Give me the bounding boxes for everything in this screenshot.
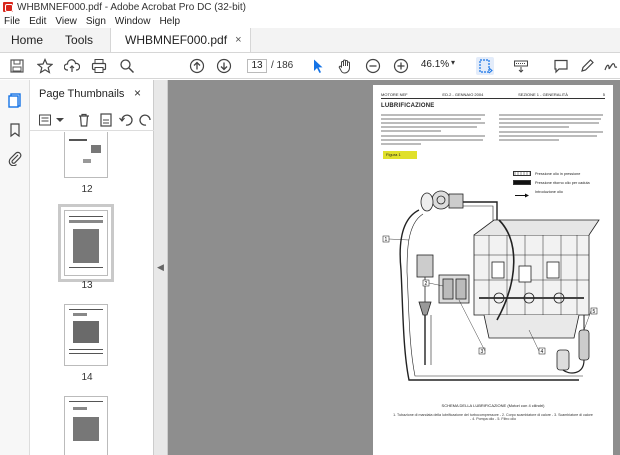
zoom-out-icon[interactable] xyxy=(364,57,382,75)
svg-text:3: 3 xyxy=(481,349,484,355)
document-view[interactable]: MOTORE NEF ED.2 - GENNAIO 2004 SEZIONE 1… xyxy=(168,80,620,455)
zoom-in-icon[interactable] xyxy=(392,57,410,75)
hand-tool-icon[interactable] xyxy=(336,57,354,75)
menu-edit[interactable]: Edit xyxy=(29,16,46,27)
search-zoom-icon[interactable] xyxy=(118,57,136,75)
legend-swatch xyxy=(513,171,531,176)
page-number-input[interactable]: 13 xyxy=(247,59,267,73)
tab-document[interactable]: WHBMNEF000.pdf × xyxy=(110,28,251,52)
thumbnail-label: 12 xyxy=(81,184,93,195)
acrobat-icon xyxy=(3,2,13,12)
thumbnail-page-14[interactable] xyxy=(64,304,108,366)
page-header: MOTORE NEF ED.2 - GENNAIO 2004 SEZIONE 1… xyxy=(381,91,605,99)
bookmark-icon[interactable] xyxy=(7,122,23,138)
thumbnail-figure xyxy=(73,321,99,343)
svg-text:2: 2 xyxy=(425,281,428,287)
pen-icon[interactable] xyxy=(578,57,596,75)
thumbnail-label: 14 xyxy=(81,372,93,383)
text-lines xyxy=(499,114,603,141)
insert-page-icon[interactable] xyxy=(98,112,114,128)
save-icon[interactable] xyxy=(8,57,26,75)
legend-item: Pressione olio in pressione xyxy=(513,171,590,176)
thumbnail-text-line xyxy=(69,401,103,402)
attachment-icon[interactable] xyxy=(7,150,23,167)
thumbnail-text-line xyxy=(73,407,87,410)
thumbnail-figure xyxy=(83,159,91,163)
thumbnail-list: 12 13 14 xyxy=(30,132,144,455)
tab-document-label: WHBMNEF000.pdf xyxy=(125,33,228,47)
page-total: / 186 xyxy=(271,60,294,71)
thumbnail-text-line xyxy=(69,309,103,310)
svg-text:5: 5 xyxy=(593,309,596,315)
previous-page-icon[interactable] xyxy=(188,57,206,75)
thumbnail-text-line xyxy=(69,220,103,223)
page-display-icon[interactable] xyxy=(476,57,494,75)
thumbnail-page-15[interactable] xyxy=(64,396,108,455)
text-lines xyxy=(381,114,485,145)
menu-window[interactable]: Window xyxy=(115,16,151,27)
close-panel-icon[interactable]: × xyxy=(134,86,141,100)
thumbnail-text-line xyxy=(73,313,87,316)
menu-file[interactable]: File xyxy=(4,16,20,27)
menu-view[interactable]: View xyxy=(55,16,77,27)
menu-bar: File Edit View Sign Window Help xyxy=(0,14,620,28)
panel-toolbar xyxy=(30,109,154,131)
toolbar: 13 / 186 46.1% ▾ xyxy=(0,53,620,79)
tab-row: Home Tools WHBMNEF000.pdf × xyxy=(0,28,620,53)
body-text-left xyxy=(381,113,487,148)
thumbnail-text-line xyxy=(69,349,103,350)
bookmark-star-icon[interactable] xyxy=(36,57,54,75)
menu-sign[interactable]: Sign xyxy=(86,16,106,27)
header-right: SEZIONE 1 - GENERALITÀ xyxy=(518,92,568,97)
menu-help[interactable]: Help xyxy=(159,16,180,27)
thumbnail-figure xyxy=(73,417,99,441)
options-chevron-icon[interactable] xyxy=(52,112,68,128)
thumbnail-figure xyxy=(73,229,99,263)
thumbnail-text-line xyxy=(69,353,103,354)
panel-splitter[interactable]: ◀ xyxy=(154,80,168,455)
keyboard-icon[interactable] xyxy=(512,57,530,75)
thumbnail-panel: Page Thumbnails × 12 13 14 xyxy=(30,80,181,455)
thumbnail-page-13[interactable] xyxy=(58,204,114,282)
tab-home[interactable]: Home xyxy=(0,28,54,52)
figure-caption-detail: 1. Tubazione di mandata della lubrificaz… xyxy=(393,413,593,422)
svg-text:4: 4 xyxy=(541,349,544,355)
legend-text: Pressione olio in pressione xyxy=(535,171,581,176)
thumbnail-label: 13 xyxy=(81,280,93,291)
window-title: WHBMNEF000.pdf - Adobe Acrobat Pro DC (3… xyxy=(17,1,246,13)
pdf-page: MOTORE NEF ED.2 - GENNAIO 2004 SEZIONE 1… xyxy=(373,85,613,455)
next-page-icon[interactable] xyxy=(215,57,233,75)
header-left: MOTORE NEF xyxy=(381,92,408,97)
thumbnail-figure xyxy=(91,145,101,153)
page-thumbnails-icon[interactable] xyxy=(7,92,23,108)
header-center: ED.2 - GENNAIO 2004 xyxy=(442,92,484,97)
title-bar: WHBMNEF000.pdf - Adobe Acrobat Pro DC (3… xyxy=(0,0,620,14)
comment-icon[interactable] xyxy=(552,57,570,75)
header-page-number: 5 xyxy=(602,92,605,97)
section-title: LUBRIFICAZIONE xyxy=(381,103,435,109)
upload-cloud-icon[interactable] xyxy=(63,57,81,75)
svg-text:1: 1 xyxy=(385,237,388,243)
panel-title: Page Thumbnails xyxy=(39,88,125,100)
chevron-down-icon[interactable]: ▾ xyxy=(451,58,455,67)
figure-caption: SCHEMA DELLA LUBRIFICAZIONE (Motori con … xyxy=(441,403,545,408)
select-cursor-icon[interactable] xyxy=(309,57,327,75)
navigation-rail xyxy=(0,80,30,455)
sign-icon[interactable] xyxy=(602,57,620,75)
zoom-level-input[interactable]: 46.1% xyxy=(420,59,450,73)
collapse-panel-icon[interactable]: ◀ xyxy=(157,262,164,273)
rotate-right-icon[interactable] xyxy=(138,112,154,128)
rotate-left-icon[interactable] xyxy=(118,112,134,128)
thumbnail-text-line xyxy=(69,216,103,217)
body-text-right xyxy=(499,113,605,148)
lubrication-diagram: 1 2 3 4 5 xyxy=(382,190,600,381)
tab-tools[interactable]: Tools xyxy=(54,28,104,52)
thumbnail-page-12[interactable] xyxy=(64,132,108,178)
close-tab-icon[interactable]: × xyxy=(235,34,241,46)
figure-tag: Figura 1 xyxy=(383,151,417,159)
thumbnail-text-line xyxy=(69,139,87,141)
delete-page-icon[interactable] xyxy=(76,112,92,128)
thumbnail-text-line xyxy=(69,267,103,268)
print-icon[interactable] xyxy=(90,57,108,75)
